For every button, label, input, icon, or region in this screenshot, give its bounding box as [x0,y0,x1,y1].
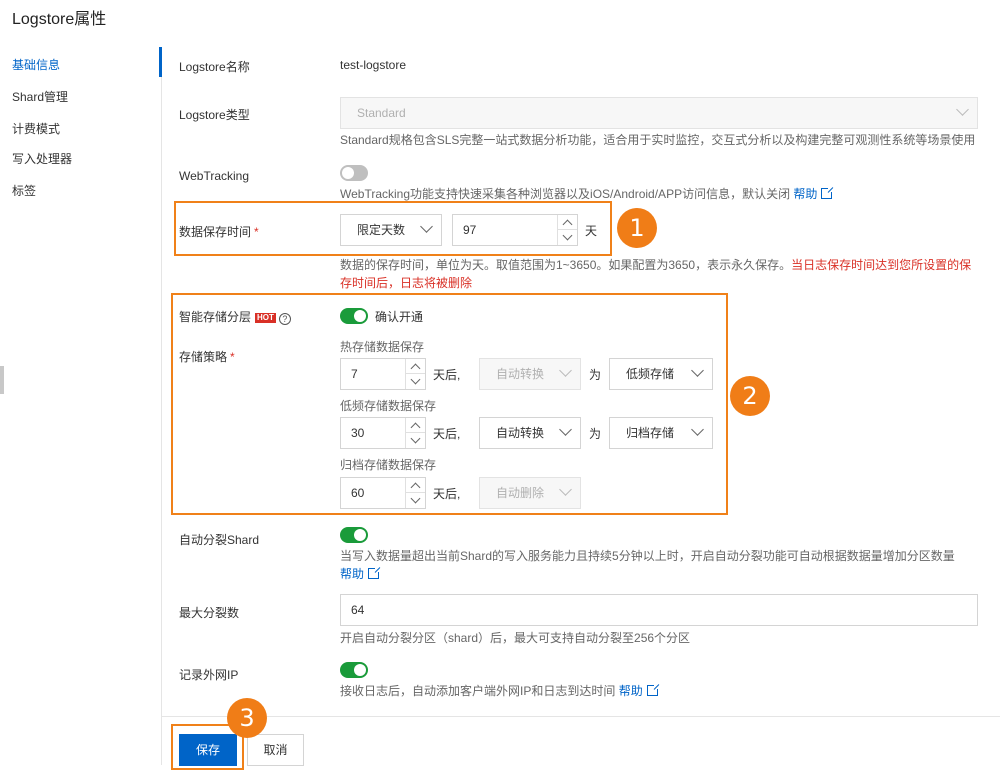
annotation-box-2 [171,293,728,515]
name-value: test-logstore [340,58,407,72]
collapse-handle[interactable] [0,366,4,394]
cancel-button[interactable]: 取消 [247,734,304,766]
chevron-down-icon [956,103,969,116]
record-ip-hint-text: 接收日志后，自动添加客户端外网IP和日志到达时间 [340,684,616,698]
webtracking-help-link[interactable]: 帮助 [793,187,817,201]
max-split-value: 64 [351,603,365,617]
annotation-marker-2: 2 [730,376,770,416]
auto-split-hint: 当写入数据量超出当前Shard的写入服务能力且持续5分钟以上时，开启自动分裂功能… [340,547,980,583]
nav-item-billing[interactable]: 计费模式 [12,120,60,137]
retention-warning-cont: 存时间后，日志将被删除 [340,276,473,290]
auto-split-label: 自动分裂Shard [179,533,260,547]
footer-divider [162,716,1000,717]
max-split-hint: 开启自动分裂分区（shard）后，最大可支持自动分裂至256个分区 [340,631,691,645]
record-ip-help-link[interactable]: 帮助 [619,684,643,698]
external-link-icon[interactable] [821,186,835,199]
max-split-input[interactable]: 64 [340,594,978,626]
nav-active-indicator [159,47,162,77]
page-title: Logstore属性 [12,11,107,28]
webtracking-label: WebTracking [179,169,250,183]
nav-divider [161,47,162,765]
retention-hint: 数据的保存时间，单位为天。取值范围为1~3650。如果配置为3650，表示永久保… [340,256,980,292]
retention-warning: 当日志保存时间达到您所设置的保 [791,258,972,272]
external-link-icon[interactable] [368,566,382,579]
name-label: Logstore名称 [179,60,250,74]
nav-item-basic-info[interactable]: 基础信息 [12,56,60,73]
annotation-box-1 [174,201,612,256]
record-ip-label: 记录外网IP [179,668,239,682]
record-ip-hint: 接收日志后，自动添加客户端外网IP和日志到达时间 帮助 [340,682,660,700]
external-link-icon[interactable] [646,683,660,696]
toggle-knob [354,529,366,541]
nav-item-shard[interactable]: Shard管理 [12,88,68,105]
type-select[interactable]: Standard [340,97,978,129]
toggle-knob [354,664,366,676]
record-ip-toggle[interactable] [340,662,368,678]
webtracking-toggle[interactable] [340,165,368,181]
annotation-marker-3: 3 [227,698,267,738]
auto-split-help-link[interactable]: 帮助 [340,567,364,581]
type-label: Logstore类型 [179,108,250,122]
webtracking-hint-text: WebTracking功能支持快速采集各种浏览器以及iOS/Android/AP… [340,187,791,201]
max-split-label: 最大分裂数 [179,606,240,620]
toggle-knob [342,167,354,179]
type-hint: Standard规格包含SLS完整一站式数据分析功能，适合用于实时监控，交互式分… [340,133,976,147]
nav-item-tags[interactable]: 标签 [12,182,36,199]
auto-split-toggle[interactable] [340,527,368,543]
nav-item-ingest-processor[interactable]: 写入处理器 [12,150,72,167]
retention-hint-text: 数据的保存时间，单位为天。取值范围为1~3650。如果配置为3650，表示永久保… [340,258,792,272]
auto-split-hint-text: 当写入数据量超出当前Shard的写入服务能力且持续5分钟以上时，开启自动分裂功能… [340,549,955,563]
annotation-marker-1: 1 [617,208,657,248]
type-select-value: Standard [357,106,406,120]
